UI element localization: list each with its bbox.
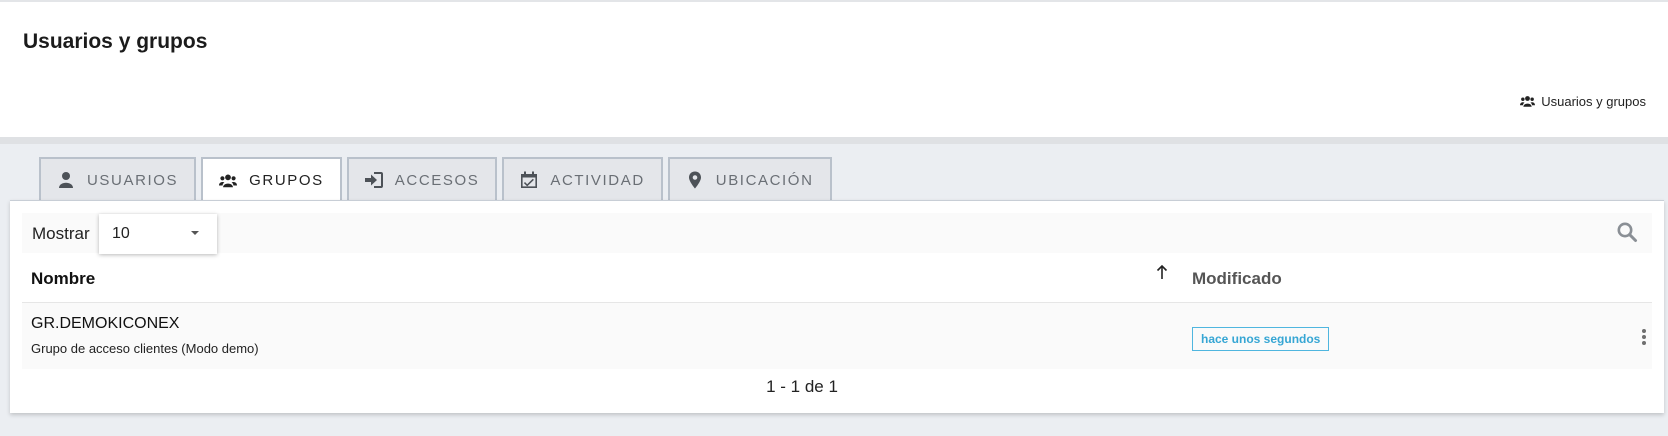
column-header-nombre[interactable]: Nombre (31, 269, 95, 289)
header-divider (0, 137, 1668, 144)
arrow-up-icon[interactable] (1156, 264, 1168, 280)
group-name: GR.DEMOKICONEX (31, 315, 180, 332)
more-options-icon[interactable] (1640, 327, 1648, 347)
tab-accesos[interactable]: Accesos (346, 157, 498, 201)
sign-in-icon (364, 172, 383, 188)
caret-down-icon (191, 231, 199, 235)
tab-label: Actividad (550, 171, 645, 189)
tab-ubicacion[interactable]: Ubicación (667, 157, 832, 201)
tab-usuarios[interactable]: Usuarios (39, 157, 197, 201)
modified-badge: hace unos segundos (1192, 327, 1330, 351)
page-title: Usuarios y grupos (23, 30, 208, 53)
calendar-check-icon (521, 171, 538, 188)
page-size-label: Mostrar (32, 224, 90, 243)
group-description: Grupo de acceso clientes (Modo demo) (31, 341, 259, 356)
tab-bar: Usuarios Grupos Accesos Actividad (39, 157, 832, 202)
breadcrumb-label: Usuarios y grupos (1541, 94, 1646, 109)
table-toolbar: Mostrar 10 (22, 213, 1652, 254)
tab-label: Usuarios (87, 171, 179, 189)
tab-label: Ubicación (715, 171, 814, 189)
tab-grupos[interactable]: Grupos (201, 157, 342, 202)
page-header: Usuarios y grupos Usuarios y grupos (0, 0, 1668, 137)
table-header: Nombre Modificado (22, 253, 1652, 303)
groups-panel: Mostrar 10 Nombre Modificado GR.DEMOKICO… (10, 200, 1664, 413)
pagination-info: 1 - 1 de 1 (766, 377, 838, 396)
page-size-value: 10 (112, 225, 130, 242)
users-icon (1520, 96, 1536, 107)
page-size-select[interactable]: 10 (99, 214, 217, 254)
column-header-modificado[interactable]: Modificado (1192, 269, 1282, 289)
users-icon (219, 174, 238, 187)
tab-label: Grupos (249, 172, 324, 189)
tab-label: Accesos (394, 171, 480, 189)
table-row[interactable]: GR.DEMOKICONEX Grupo de acceso clientes … (22, 303, 1652, 369)
breadcrumb[interactable]: Usuarios y grupos (1520, 94, 1646, 109)
search-icon[interactable] (1616, 221, 1638, 243)
map-marker-icon (688, 171, 701, 189)
user-icon (59, 172, 73, 188)
tab-actividad[interactable]: Actividad (502, 157, 663, 201)
